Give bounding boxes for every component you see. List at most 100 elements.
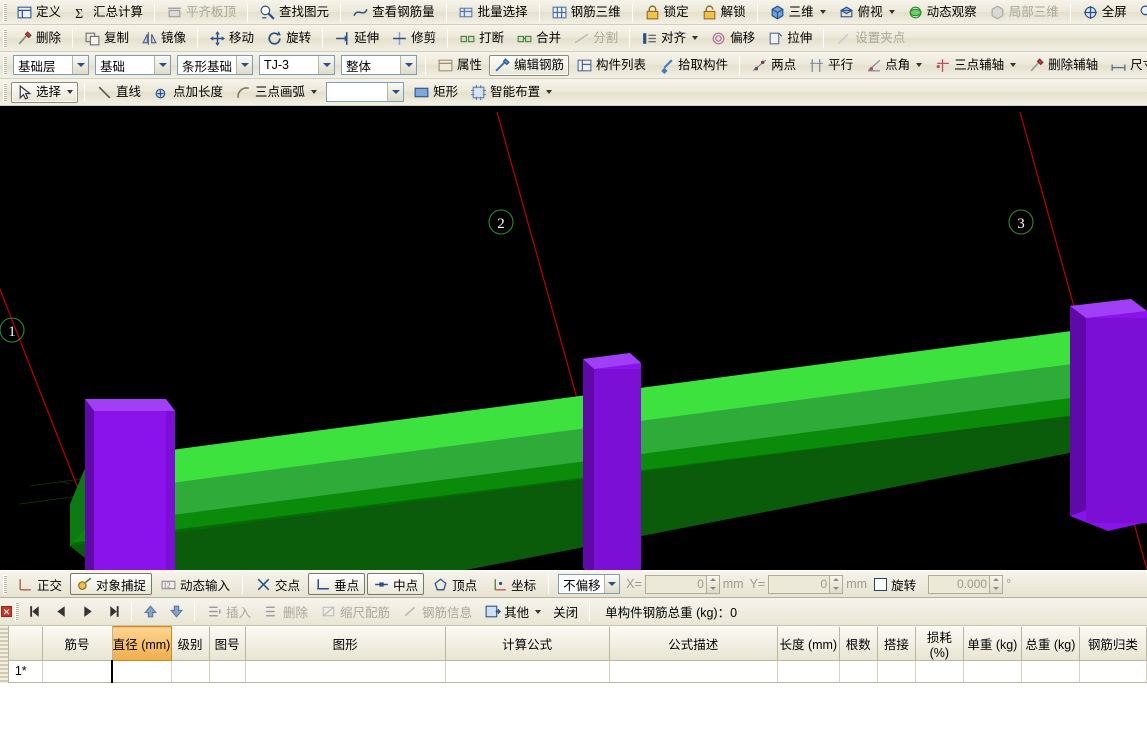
btn-e992a2e7ad8be4b889e7bbb4[interactable]: 钢筋三维 bbox=[546, 2, 626, 23]
btn-e588a0e999a4e8be85e8bdb4[interactable]: 删除辅轴 bbox=[1023, 55, 1103, 76]
btn-e68bbee58f96e69e84e4bbb6[interactable]: 拾取构件 bbox=[653, 55, 733, 76]
component-name-select[interactable]: TJ-3 bbox=[259, 55, 335, 75]
chevron-down-icon[interactable] bbox=[546, 90, 552, 94]
table-cell-gongshi[interactable] bbox=[609, 660, 777, 682]
btn-e5bbb6e4bcb8[interactable]: 延伸 bbox=[329, 28, 384, 49]
btn-e5b9b3e8a18c[interactable]: 平行 bbox=[803, 55, 858, 76]
btn-e4b889e7bbb4[interactable]: 三维 bbox=[764, 2, 831, 23]
btn-e7bca9e694be[interactable]: 缩放 bbox=[1134, 2, 1147, 23]
btn-e98089e68ba9[interactable]: 选择 bbox=[11, 82, 78, 103]
draw-style-select[interactable] bbox=[326, 82, 404, 102]
table-header-jisuan[interactable]: 计算公式 bbox=[445, 627, 609, 661]
next-record-button[interactable] bbox=[75, 601, 99, 623]
table-header-sunhao[interactable]: 损耗 (%) bbox=[915, 627, 963, 661]
btn-e5ae9ae4b989[interactable]: 定义 bbox=[11, 2, 66, 23]
prev-record-button[interactable] bbox=[49, 601, 73, 623]
y-coordinate-input-stepper[interactable] bbox=[830, 575, 843, 594]
chevron-down-icon[interactable] bbox=[820, 10, 826, 14]
btn-e9959ce5838f[interactable]: 镜像 bbox=[136, 28, 191, 49]
toolbar-grip[interactable] bbox=[3, 3, 7, 22]
chevron-down-icon[interactable] bbox=[67, 90, 73, 94]
move-up-button[interactable] bbox=[138, 601, 162, 623]
table-header-guilei[interactable]: 钢筋归类 bbox=[1079, 627, 1146, 661]
table-header-danzhong[interactable]: 单重 (kg) bbox=[963, 627, 1021, 661]
rotate-checkbox[interactable] bbox=[874, 578, 887, 591]
table-cell-zhijing[interactable] bbox=[112, 660, 171, 682]
btn-e5afb9e8b1a1e68d95e68d89[interactable]: 对象捕捉 bbox=[70, 573, 152, 595]
btn-e585b3e997ad[interactable]: 关闭 bbox=[549, 601, 582, 623]
offset-select[interactable]: 不偏移 bbox=[558, 574, 620, 594]
btn-e59088e5b9b6[interactable]: 合并 bbox=[511, 28, 566, 49]
chevron-down-icon[interactable] bbox=[236, 56, 252, 74]
viewport-canvas[interactable]: .axl { stroke:#cc0000; stroke-width:1.1;… bbox=[0, 106, 1147, 570]
x-coordinate-input[interactable]: 0 bbox=[645, 575, 707, 594]
table-header-jibie[interactable]: 级别 bbox=[171, 627, 209, 661]
btn-e68b89e4bcb8[interactable]: 拉伸 bbox=[762, 28, 817, 49]
btn-e4bfaee589aa[interactable]: 修剪 bbox=[386, 28, 441, 49]
btn-e69fa5e689bee59bbee58583[interactable]: 查找图元 bbox=[254, 2, 334, 23]
table-cell-tuhao[interactable] bbox=[209, 660, 245, 682]
toolbar-grip[interactable] bbox=[15, 602, 19, 621]
table-cell-jibie[interactable] bbox=[171, 660, 209, 682]
btn-e4b8ade782b9[interactable]: 中点 bbox=[367, 573, 424, 595]
toolbar-grip[interactable] bbox=[3, 56, 7, 75]
btn-e585a8e5b18f[interactable]: 全屏 bbox=[1077, 2, 1132, 23]
table-cell-guilei[interactable] bbox=[1079, 660, 1146, 682]
table-header-jinhao[interactable]: 筋号 bbox=[42, 627, 112, 661]
table-cell-sunhao[interactable] bbox=[915, 660, 963, 682]
close-icon[interactable]: ✕ bbox=[1, 606, 12, 617]
move-down-button[interactable] bbox=[164, 601, 188, 623]
table-cell-genshu[interactable] bbox=[839, 660, 877, 682]
btn-e4bfafe8a786[interactable]: 俯视 bbox=[833, 2, 900, 23]
model-viewport-3d[interactable]: .axl { stroke:#cc0000; stroke-width:1.1;… bbox=[0, 106, 1147, 570]
table-header-genshu[interactable]: 根数 bbox=[839, 627, 877, 661]
rotate-input-stepper[interactable] bbox=[990, 575, 1003, 594]
table-header-zongzhong[interactable]: 总重 (kg) bbox=[1021, 627, 1079, 661]
x-coordinate-input-stepper[interactable] bbox=[707, 575, 720, 594]
btn-e69fa5e79c8be992a2e7ad8b[interactable]: 查看钢筋量 bbox=[347, 2, 440, 23]
btn-e7a7bbe58aa8[interactable]: 移动 bbox=[204, 28, 259, 49]
btn-e58aa8e68081e8a782e5af9f[interactable]: 动态观察 bbox=[902, 2, 982, 23]
table-header-tuxing[interactable]: 图形 bbox=[245, 627, 445, 661]
btn-e5a48de588b6[interactable]: 复制 bbox=[79, 28, 134, 49]
chevron-down-icon[interactable] bbox=[72, 56, 88, 74]
btn-e8a7a3e99481[interactable]: 解锁 bbox=[696, 2, 751, 23]
btn-e6b187e680bbe8aea1e7ae97[interactable]: Σ汇总计算 bbox=[68, 2, 148, 23]
table-cell-jinhao[interactable] bbox=[42, 660, 112, 682]
rotate-input[interactable]: 0.000 bbox=[928, 575, 990, 594]
chevron-down-icon[interactable] bbox=[400, 56, 416, 74]
btn-e68993e696ad[interactable]: 打断 bbox=[454, 28, 509, 49]
table-cell-dajie[interactable] bbox=[877, 660, 915, 682]
chevron-down-icon[interactable] bbox=[916, 63, 922, 67]
btn-e5b19ee680a7[interactable]: 属性 bbox=[432, 55, 487, 76]
btn-e6978be8bdac[interactable]: 旋转 bbox=[261, 28, 316, 49]
btn-e4b8a4e782b9[interactable]: 两点 bbox=[746, 55, 801, 76]
chevron-down-icon[interactable] bbox=[387, 83, 403, 101]
chevron-down-icon[interactable] bbox=[535, 610, 541, 614]
chevron-down-icon[interactable] bbox=[889, 10, 895, 14]
btn-e5818fe7a7bb[interactable]: 偏移 bbox=[705, 28, 760, 49]
btn-e6ada3e4baa4[interactable]: 正交 bbox=[11, 573, 68, 595]
table-header-changdu[interactable]: 长度 (mm) bbox=[777, 627, 839, 661]
btn-e59d90e6a087[interactable]: 坐标 bbox=[485, 573, 542, 595]
btn-e79bb4e7babf[interactable]: 直线 bbox=[91, 82, 146, 103]
chevron-down-icon[interactable] bbox=[318, 56, 334, 74]
rebar-table-container[interactable]: 筋号直径 (mm)级别图号图形计算公式公式描述长度 (mm)根数搭接损耗 (%)… bbox=[0, 626, 1147, 683]
btn-e9a1b6e782b9[interactable]: 顶点 bbox=[426, 573, 483, 595]
btn-e588a0e999a4[interactable]: 删除 bbox=[11, 28, 66, 49]
btn-e79fa9e5bda2[interactable]: 矩形 bbox=[408, 82, 463, 103]
btn-e5afb9e9bd90[interactable]: 对齐 bbox=[636, 28, 703, 49]
table-row[interactable]: 1* bbox=[0, 660, 1147, 682]
btn-e7bc96e8be91e992a2e7ad8b[interactable]: 编辑钢筋 bbox=[489, 55, 569, 76]
btn-e782b9e8a792[interactable]: 点角 bbox=[860, 55, 927, 76]
btn-e782b9e58aa0e995bfe5baa6[interactable]: 点加长度 bbox=[148, 82, 228, 103]
y-coordinate-input[interactable]: 0 bbox=[768, 575, 830, 594]
chevron-down-icon[interactable] bbox=[154, 56, 170, 74]
btn-e58aa8e68081e8be93e585a5[interactable]: 12动态输入 bbox=[154, 573, 236, 595]
chevron-down-icon[interactable] bbox=[1010, 63, 1016, 67]
toolbar-grip[interactable] bbox=[3, 83, 7, 102]
btn-e4b889e782b9e8be85e8bdb4[interactable]: 三点辅轴 bbox=[929, 55, 1021, 76]
category-select[interactable]: 基础 bbox=[95, 55, 171, 75]
table-header-gongshi[interactable]: 公式描述 bbox=[609, 627, 777, 661]
table-header-tuhao[interactable]: 图号 bbox=[209, 627, 245, 661]
